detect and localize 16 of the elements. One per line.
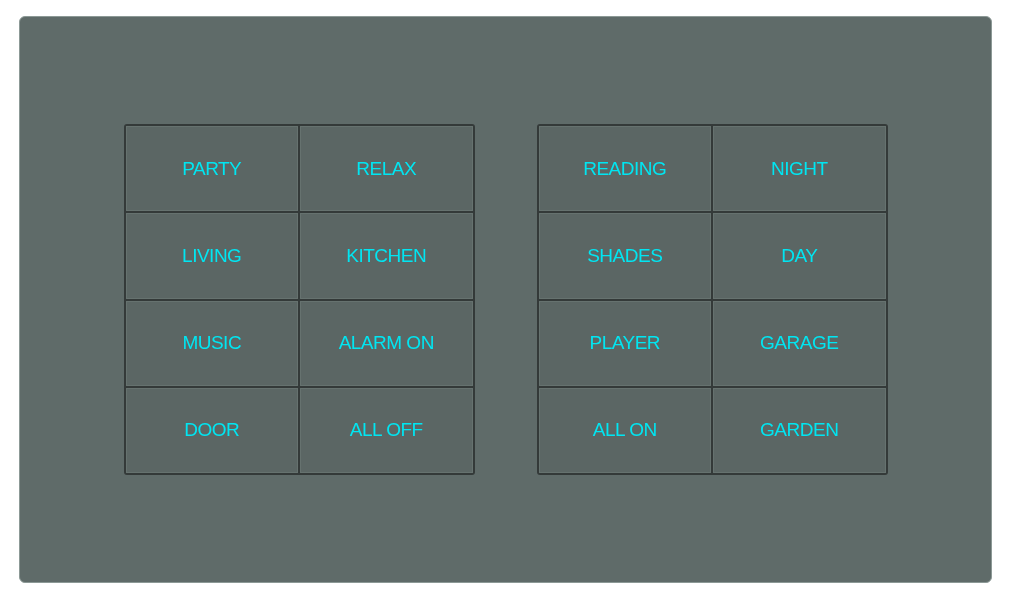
- keypad-button[interactable]: DOOR: [125, 387, 298, 473]
- keypad-button[interactable]: PARTY: [125, 126, 298, 212]
- keypad-button[interactable]: GARDEN: [713, 387, 886, 473]
- keypad-button[interactable]: ALL ON: [538, 387, 711, 473]
- keypad-button[interactable]: DAY: [713, 213, 886, 299]
- keypad-button[interactable]: NIGHT: [713, 126, 886, 212]
- keypad-button[interactable]: MUSIC: [125, 300, 298, 386]
- keypad-button[interactable]: READING: [538, 126, 711, 212]
- keypad-button[interactable]: RELAX: [300, 126, 473, 212]
- keypad-button[interactable]: KITCHEN: [300, 213, 473, 299]
- keypad-button[interactable]: LIVING: [125, 213, 298, 299]
- keypad-button[interactable]: SHADES: [538, 213, 711, 299]
- keypad-button[interactable]: GARAGE: [713, 300, 886, 386]
- keypad-button[interactable]: ALL OFF: [300, 387, 473, 473]
- keypad-button[interactable]: PLAYER: [538, 300, 711, 386]
- keypad-button[interactable]: ALARM ON: [300, 300, 473, 386]
